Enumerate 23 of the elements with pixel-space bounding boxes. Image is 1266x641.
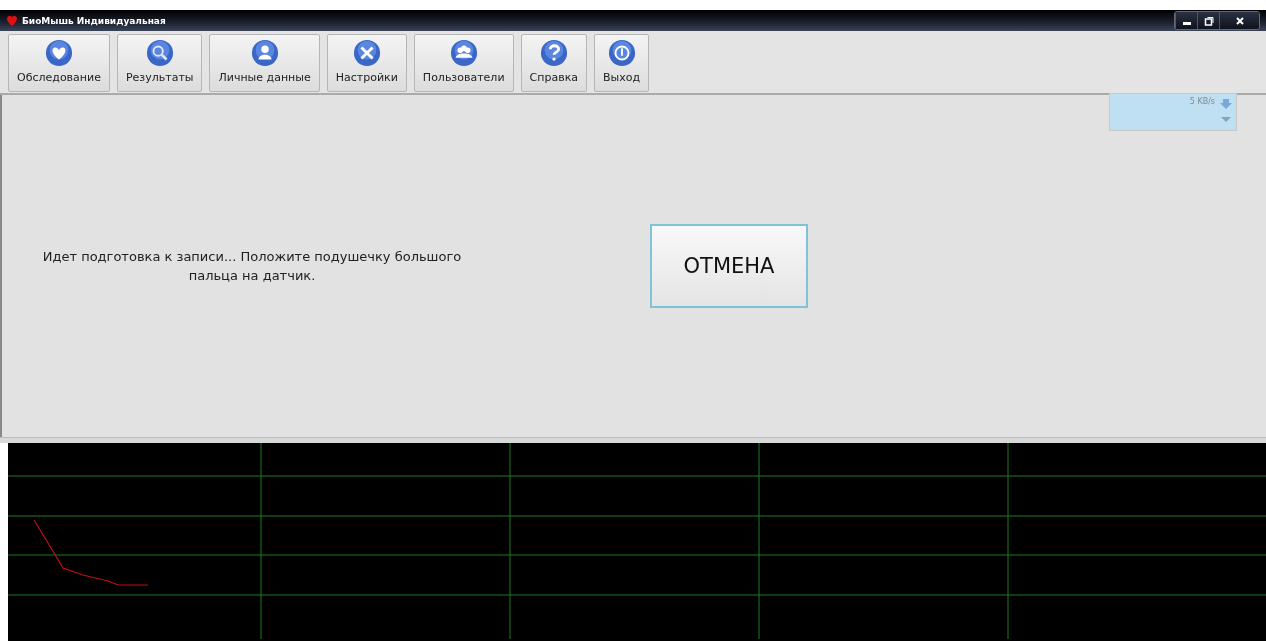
- person-icon: [250, 39, 279, 67]
- status-message: Идет подготовка к записи... Положите подушечку большого пальца на датчик.: [41, 248, 463, 285]
- heart-icon: [6, 15, 18, 26]
- toolbar-button[interactable]: Справка: [520, 34, 587, 92]
- toolbar-button[interactable]: Настройки: [326, 34, 407, 92]
- toolbar-button[interactable]: Пользователи: [413, 34, 514, 92]
- search-icon: [145, 39, 174, 67]
- toolbar-button[interactable]: Результаты: [116, 34, 203, 92]
- restore-icon: [1203, 15, 1214, 26]
- close-button[interactable]: [1219, 12, 1259, 29]
- close-icon: [1234, 15, 1245, 26]
- minimize-button[interactable]: [1175, 12, 1197, 29]
- speed-text: 5 KB/s: [1189, 97, 1215, 108]
- help-icon: [539, 39, 568, 67]
- people-icon: [449, 39, 478, 67]
- window-title: БиоМышь Индивидуальная: [22, 15, 166, 26]
- power-icon: [607, 39, 636, 67]
- toolbar-button[interactable]: Личные данные: [209, 34, 320, 92]
- minimize-icon: [1182, 22, 1191, 25]
- cancel-button[interactable]: ОТМЕНА: [650, 224, 808, 308]
- toolbar-button[interactable]: Выход: [594, 34, 650, 92]
- restore-button[interactable]: [1197, 12, 1219, 29]
- toolbar-button[interactable]: Обследование: [8, 34, 110, 92]
